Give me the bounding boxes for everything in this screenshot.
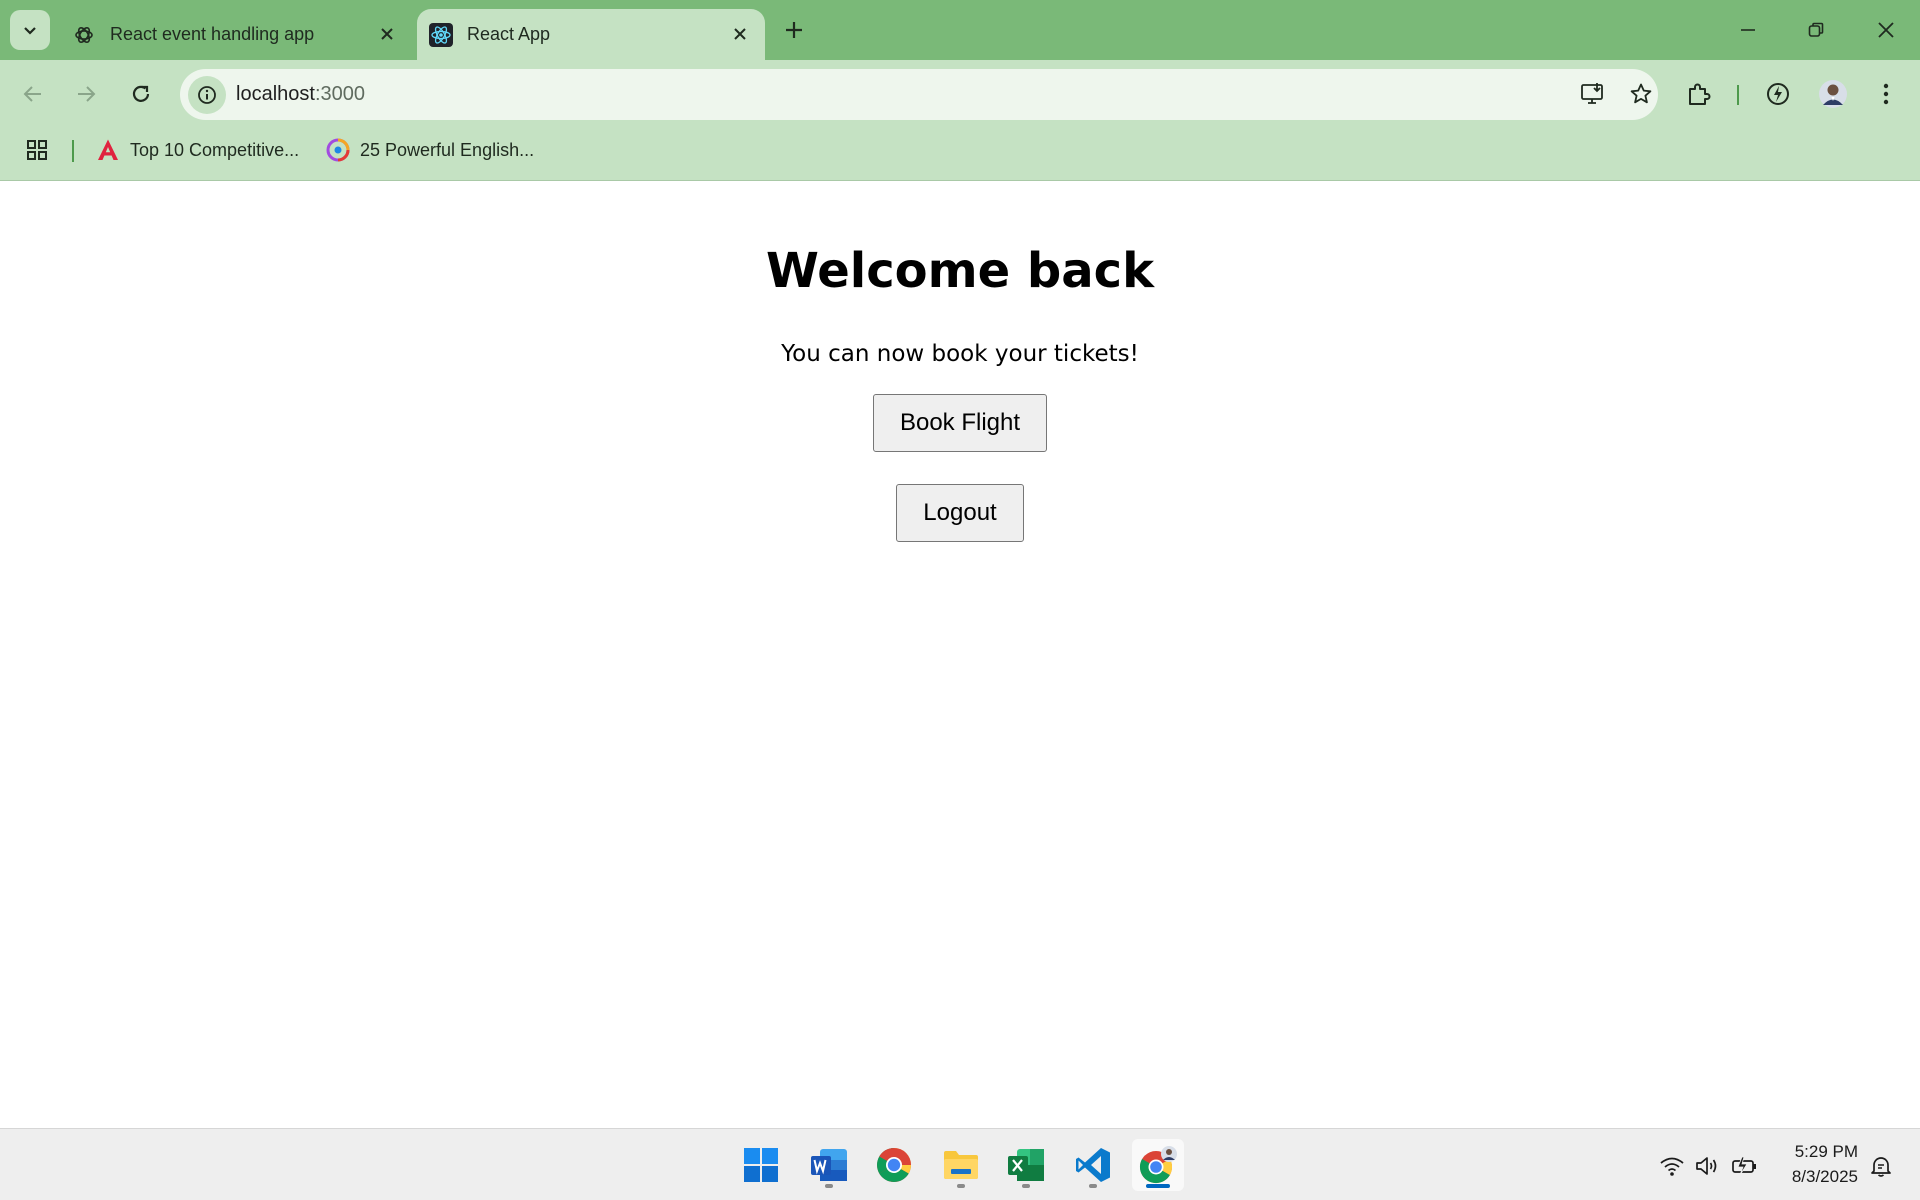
minimize-button[interactable] — [1714, 0, 1782, 60]
active-indicator — [1146, 1184, 1170, 1188]
running-indicator — [957, 1184, 965, 1188]
running-indicator — [1022, 1184, 1030, 1188]
apps-grid-icon — [27, 140, 47, 160]
angular-icon — [96, 138, 120, 162]
close-window-button[interactable] — [1852, 0, 1920, 60]
back-button[interactable] — [13, 74, 53, 114]
logout-button[interactable]: Logout — [896, 484, 1024, 542]
start-icon — [744, 1148, 778, 1182]
notifications-icon[interactable] — [1866, 1151, 1896, 1181]
vscode-icon — [1076, 1148, 1110, 1182]
bookmark-label: 25 Powerful English... — [360, 139, 535, 160]
avatar-icon — [1819, 80, 1847, 108]
toolbar-separator — [1737, 85, 1739, 105]
bookmarks-separator — [72, 140, 74, 162]
url-port: :3000 — [314, 83, 365, 105]
arrow-right-icon — [78, 86, 96, 102]
page-subtitle: You can now book your tickets! — [781, 341, 1139, 367]
system-clock[interactable]: 5:29 PM 8/3/2025 — [1774, 1139, 1858, 1189]
react-icon — [429, 22, 453, 47]
url-text[interactable]: localhost:3000 — [236, 83, 365, 106]
restore-icon — [1808, 22, 1824, 37]
close-tab-icon[interactable] — [727, 21, 753, 47]
excel-icon — [1008, 1149, 1044, 1181]
speedometer-icon — [1767, 83, 1789, 105]
reload-icon — [132, 85, 150, 102]
puzzle-icon — [1689, 83, 1711, 105]
url-host: localhost — [236, 83, 315, 105]
more-vert-icon — [1883, 83, 1889, 105]
file-explorer-icon — [944, 1151, 978, 1179]
clock-date: 8/3/2025 — [1791, 1167, 1858, 1186]
book-flight-button[interactable]: Book Flight — [873, 394, 1047, 452]
taskbar-chrome-profile[interactable] — [1132, 1139, 1184, 1191]
browser-chrome: React event handling app React App local… — [0, 0, 1920, 181]
restore-button[interactable] — [1782, 0, 1850, 60]
tab-search-button[interactable] — [10, 10, 50, 50]
bookmark-top-10-competitive[interactable]: Top 10 Competitive... — [96, 134, 299, 166]
forward-button[interactable] — [66, 74, 106, 114]
site-info-icon[interactable] — [188, 76, 226, 114]
clock-time: 5:29 PM — [1794, 1142, 1858, 1161]
install-app-button[interactable] — [1573, 74, 1613, 114]
page-content: Welcome back You can now book your ticke… — [0, 181, 1920, 1128]
tab-react-event-handling[interactable]: React event handling app — [60, 9, 412, 60]
install-icon — [1581, 83, 1603, 104]
bookmark-star-button[interactable] — [1621, 74, 1661, 114]
chrome-icon — [877, 1148, 911, 1182]
bookmark-25-powerful-english[interactable]: 25 Powerful English... — [326, 134, 534, 166]
star-icon — [1630, 83, 1652, 104]
new-tab-button[interactable] — [776, 12, 812, 48]
plus-icon — [786, 22, 802, 38]
openai-icon — [72, 23, 96, 47]
taskbar-chrome[interactable] — [868, 1139, 920, 1191]
chevron-down-icon — [24, 27, 36, 35]
wifi-icon[interactable] — [1657, 1151, 1687, 1181]
extensions-button[interactable] — [1679, 74, 1719, 114]
start-button[interactable] — [735, 1139, 787, 1191]
page-title: Welcome back — [765, 243, 1155, 299]
taskbar-vscode[interactable] — [1067, 1139, 1119, 1191]
performance-button[interactable] — [1758, 74, 1798, 114]
minimize-icon — [1741, 29, 1755, 31]
battery-icon[interactable] — [1729, 1151, 1759, 1181]
chrome-profile-icon — [1139, 1146, 1177, 1184]
profile-avatar[interactable] — [1813, 74, 1853, 114]
address-bar[interactable]: localhost:3000 — [180, 69, 1658, 120]
taskbar: 5:29 PM 8/3/2025 — [0, 1128, 1920, 1200]
tab-strip: React event handling app React App — [0, 0, 1920, 60]
tab-label: React App — [467, 24, 551, 44]
close-tab-icon[interactable] — [374, 21, 400, 47]
taskbar-file-explorer[interactable] — [935, 1139, 987, 1191]
tab-react-app[interactable]: React App — [417, 9, 765, 60]
reload-button[interactable] — [121, 74, 161, 114]
bookmark-label: Top 10 Competitive... — [130, 139, 300, 160]
running-indicator — [825, 1184, 833, 1188]
menu-button[interactable] — [1866, 74, 1906, 114]
word-icon — [811, 1149, 847, 1181]
bookmarks-bar: Top 10 Competitive... 25 Powerful Englis… — [0, 128, 1920, 172]
tab-label: React event handling app — [110, 24, 315, 44]
arrow-left-icon — [23, 86, 41, 102]
running-indicator — [1089, 1184, 1097, 1188]
colorful-logo-icon — [326, 138, 350, 162]
taskbar-word[interactable] — [803, 1139, 855, 1191]
volume-icon[interactable] — [1693, 1151, 1723, 1181]
close-icon — [1878, 22, 1894, 38]
taskbar-excel[interactable] — [1000, 1139, 1052, 1191]
apps-shortcut[interactable] — [25, 134, 49, 166]
